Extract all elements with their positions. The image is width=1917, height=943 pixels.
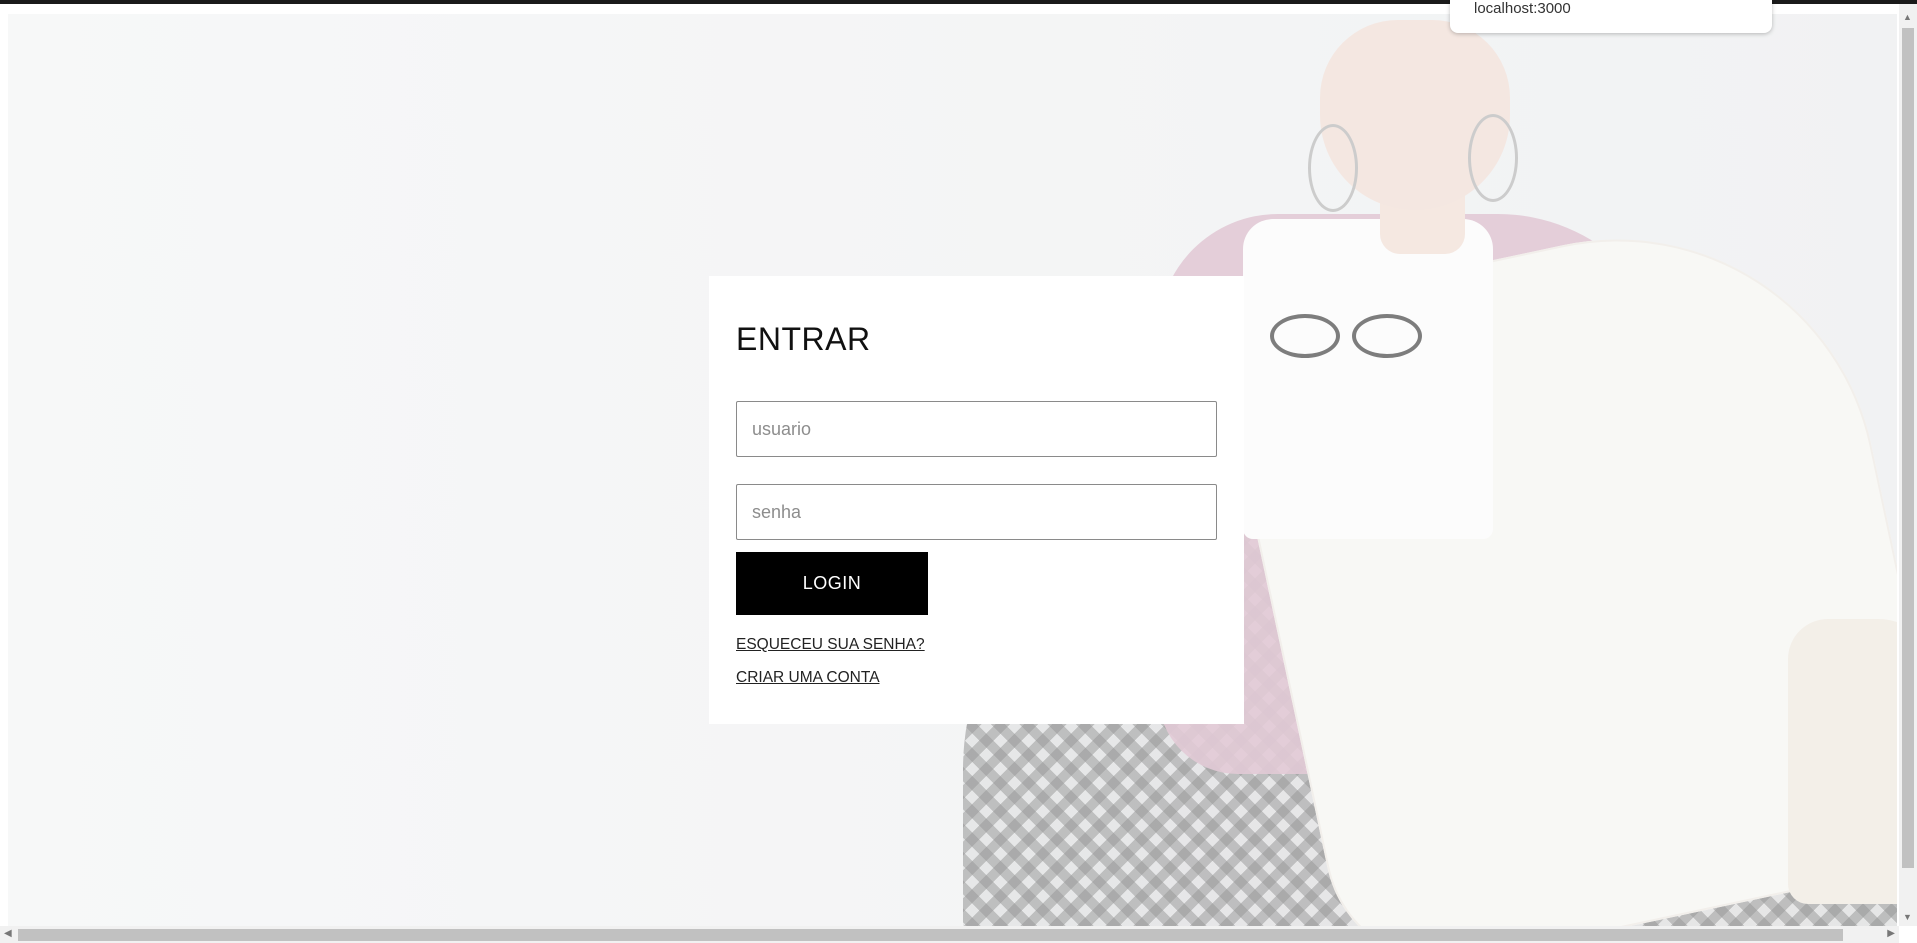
username-input[interactable]	[736, 401, 1217, 457]
status-url-tooltip: localhost:3000	[1450, 0, 1772, 33]
horizontal-scrollbar[interactable]: ◀ ▶	[0, 926, 1899, 943]
page-viewport: ENTRAR LOGIN ESQUECEU SUA SENHA? CRIAR U…	[8, 14, 1897, 926]
scroll-up-icon[interactable]: ▲	[1903, 12, 1912, 22]
scroll-right-icon[interactable]: ▶	[1887, 928, 1895, 939]
login-card: ENTRAR LOGIN ESQUECEU SUA SENHA? CRIAR U…	[709, 276, 1244, 724]
create-account-link[interactable]: CRIAR UMA CONTA	[736, 669, 880, 687]
password-input[interactable]	[736, 484, 1217, 540]
vertical-scrollbar[interactable]: ▲ ▼	[1899, 4, 1917, 926]
scroll-left-icon[interactable]: ◀	[4, 928, 12, 939]
horizontal-scroll-thumb[interactable]	[18, 929, 1843, 941]
status-url-text: localhost:3000	[1474, 0, 1571, 17]
vertical-scroll-thumb[interactable]	[1902, 28, 1914, 868]
login-title: ENTRAR	[736, 321, 871, 357]
forgot-password-link[interactable]: ESQUECEU SUA SENHA?	[736, 636, 925, 654]
login-button[interactable]: LOGIN	[736, 552, 928, 615]
scroll-down-icon[interactable]: ▼	[1903, 912, 1912, 922]
